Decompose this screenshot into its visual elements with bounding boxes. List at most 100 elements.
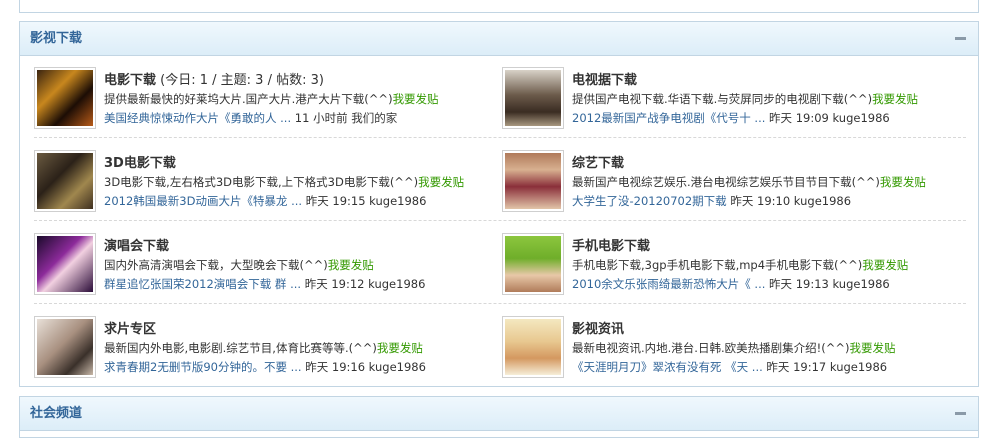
last-post: 群星追忆张国荣2012演唱会下载 群 ... 昨天 19:12 kuge1986 (104, 276, 425, 292)
last-post-meta: 11 小时前 我们的家 (291, 111, 398, 125)
concert-poster-image (37, 236, 93, 292)
new-post-link[interactable]: 我要发贴 (880, 175, 926, 189)
forum-description: 3D电影下载,左右格式3D电影下载,上下格式3D电影下载(^^)我要发贴 (104, 174, 464, 190)
forum-title-link[interactable]: 手机电影下载 (572, 235, 650, 254)
forum-name[interactable]: 综艺下载 (572, 156, 624, 171)
new-post-link[interactable]: 我要发贴 (849, 341, 895, 355)
forum-item-tv: 电视据下载 提供国产电视下载.华语下载.与荧屏同步的电视剧下载(^^)我要发贴 … (502, 67, 962, 137)
forum-thumbnail[interactable] (34, 316, 96, 378)
forum-desc-text: 提供最新最快的好莱坞大片.国产大片.港产大片下载(^^) (104, 92, 393, 106)
forum-thumbnail[interactable] (502, 316, 564, 378)
forum-title-link[interactable]: 影视资讯 (572, 318, 624, 337)
forum-description: 提供最新最快的好莱坞大片.国产大片.港产大片下载(^^)我要发贴 (104, 91, 439, 107)
category-title[interactable]: 社会频道 (30, 397, 82, 430)
last-post-meta: 昨天 19:17 kuge1986 (762, 360, 888, 374)
forum-title-link[interactable]: 综艺下载 (572, 152, 624, 171)
new-post-link[interactable]: 我要发贴 (328, 258, 374, 272)
forum-title-link[interactable]: 求片专区 (104, 318, 156, 337)
forum-title-link[interactable]: 演唱会下载 (104, 235, 169, 254)
row-divider (34, 303, 966, 304)
category-header: 影视下载 (20, 22, 978, 56)
minus-icon[interactable] (955, 412, 966, 415)
forum-item-news: 影视资讯 最新电视资讯.内地.港台.日韩.欧美热播剧集介绍!(^^)我要发贴 《… (502, 316, 962, 386)
forum-desc-text: 最新电视资讯.内地.港台.日韩.欧美热播剧集介绍!(^^) (572, 341, 850, 355)
forum-title-link[interactable]: 3D电影下载 (104, 152, 176, 171)
new-post-link[interactable]: 我要发贴 (872, 92, 918, 106)
forum-desc-text: 手机电影下载,3gp手机电影下载,mp4手机电影下载(^^) (572, 258, 863, 272)
forum-thumbnail[interactable] (502, 233, 564, 295)
category-header: 社会频道 (20, 397, 978, 431)
last-post-meta: 昨天 19:15 kuge1986 (302, 194, 427, 208)
forum-desc-text: 3D电影下载,左右格式3D电影下载,上下格式3D电影下载(^^) (104, 175, 419, 189)
forum-name[interactable]: 电视据下载 (572, 73, 637, 88)
forum-name[interactable]: 手机电影下载 (572, 239, 650, 254)
new-post-link[interactable]: 我要发贴 (393, 92, 439, 106)
forum-title-link[interactable]: 电视据下载 (572, 69, 637, 88)
previous-panel-bottom (19, 0, 979, 13)
last-thread-link[interactable]: 2010余文乐张雨绮最新恐怖大片《 ... (572, 277, 765, 291)
forum-description: 最新国产电视综艺娱乐.港台电视综艺娱乐节目节目下载(^^)我要发贴 (572, 174, 926, 190)
last-post: 美国经典惊悚动作大片《勇敢的人 ... 11 小时前 我们的家 (104, 110, 397, 126)
last-post-meta: 昨天 19:09 kuge1986 (765, 111, 890, 125)
last-post: 2012最新国产战争电视剧《代号十 ... 昨天 19:09 kuge1986 (572, 110, 890, 126)
last-post: 求青春期2无删节版90分钟的。不要 ... 昨天 19:16 kuge1986 (104, 359, 426, 375)
new-post-link[interactable]: 我要发贴 (862, 258, 908, 272)
last-thread-link[interactable]: 2012韩国最新3D动画大片《特暴龙 ... (104, 194, 302, 208)
forum-item-concert: 演唱会下载 国内外高清演唱会下载，大型晚会下载(^^)我要发贴 群星追忆张国荣2… (34, 233, 494, 303)
forum-name[interactable]: 影视资讯 (572, 322, 624, 337)
forum-description: 最新电视资讯.内地.港台.日韩.欧美热播剧集介绍!(^^)我要发贴 (572, 340, 895, 356)
3d-poster-image (37, 153, 93, 209)
last-thread-link[interactable]: 《天涯明月刀》翠浓有没有死 《天 ... (572, 360, 763, 374)
last-post: 2010余文乐张雨绮最新恐怖大片《 ... 昨天 19:13 kuge1986 (572, 276, 890, 292)
forum-item-3d: 3D电影下载 3D电影下载,左右格式3D电影下载,上下格式3D电影下载(^^)我… (34, 150, 494, 220)
movie-poster-image (37, 70, 93, 126)
last-post-meta: 昨天 19:12 kuge1986 (301, 277, 426, 291)
variety-poster-image (505, 153, 561, 209)
forum-item-mobile: 手机电影下载 手机电影下载,3gp手机电影下载,mp4手机电影下载(^^)我要发… (502, 233, 962, 303)
forum-description: 手机电影下载,3gp手机电影下载,mp4手机电影下载(^^)我要发贴 (572, 257, 908, 273)
last-post: 2012韩国最新3D动画大片《特暴龙 ... 昨天 19:15 kuge1986 (104, 193, 426, 209)
forum-description: 国内外高清演唱会下载，大型晚会下载(^^)我要发贴 (104, 257, 374, 273)
forum-thumbnail[interactable] (34, 233, 96, 295)
forum-item-movie: 电影下载 (今日: 1 / 主题: 3 / 帖数: 3) 提供最新最快的好莱坞大… (34, 67, 494, 137)
last-post-meta: 昨天 19:13 kuge1986 (765, 277, 890, 291)
forum-thumbnail[interactable] (34, 67, 96, 129)
new-post-link[interactable]: 我要发贴 (377, 341, 423, 355)
forum-title-link[interactable]: 电影下载 (今日: 1 / 主题: 3 / 帖数: 3) (104, 69, 324, 88)
tv-poster-image (505, 70, 561, 126)
forum-desc-text: 国内外高清演唱会下载，大型晚会下载(^^) (104, 258, 328, 272)
forum-name[interactable]: 电影下载 (104, 73, 156, 88)
row-divider (34, 220, 966, 221)
forum-name[interactable]: 3D电影下载 (104, 156, 176, 171)
forum-thumbnail[interactable] (502, 150, 564, 212)
forum-name[interactable]: 演唱会下载 (104, 239, 169, 254)
last-post: 大学生了没-20120702期下载 昨天 19:10 kuge1986 (572, 193, 851, 209)
last-thread-link[interactable]: 群星追忆张国荣2012演唱会下载 群 ... (104, 277, 301, 291)
mobile-poster-image (505, 236, 561, 292)
forum-item-variety: 综艺下载 最新国产电视综艺娱乐.港台电视综艺娱乐节目节目下载(^^)我要发贴 大… (502, 150, 962, 220)
last-thread-link[interactable]: 美国经典惊悚动作大片《勇敢的人 ... (104, 111, 291, 125)
last-post: 《天涯明月刀》翠浓有没有死 《天 ... 昨天 19:17 kuge1986 (572, 359, 887, 375)
minus-icon[interactable] (955, 37, 966, 40)
row-divider (34, 137, 966, 138)
forum-category-panel: 影视下载 电影下载 (今日: 1 / 主题: 3 / 帖数: 3) 提供最新最快… (19, 21, 979, 387)
forum-desc-text: 提供国产电视下载.华语下载.与荧屏同步的电视剧下载(^^) (572, 92, 873, 106)
last-post-meta: 昨天 19:10 kuge1986 (726, 194, 852, 208)
request-poster-image (37, 319, 93, 375)
forum-name[interactable]: 求片专区 (104, 322, 156, 337)
forum-stats: (今日: 1 / 主题: 3 / 帖数: 3) (156, 73, 324, 88)
news-poster-image (505, 319, 561, 375)
last-post-meta: 昨天 19:16 kuge1986 (301, 360, 426, 374)
forum-description: 提供国产电视下载.华语下载.与荧屏同步的电视剧下载(^^)我要发贴 (572, 91, 918, 107)
new-post-link[interactable]: 我要发贴 (418, 175, 464, 189)
forum-desc-text: 最新国产电视综艺娱乐.港台电视综艺娱乐节目节目下载(^^) (572, 175, 880, 189)
forum-thumbnail[interactable] (34, 150, 96, 212)
forum-category-panel-2: 社会频道 (19, 396, 979, 438)
forum-thumbnail[interactable] (502, 67, 564, 129)
category-title[interactable]: 影视下载 (30, 22, 82, 55)
forum-description: 最新国内外电影,电影剧.综艺节目,体育比赛等等.(^^)我要发贴 (104, 340, 423, 356)
forum-desc-text: 最新国内外电影,电影剧.综艺节目,体育比赛等等.(^^) (104, 341, 377, 355)
last-thread-link[interactable]: 大学生了没-20120702期下载 (572, 194, 727, 208)
last-thread-link[interactable]: 求青春期2无删节版90分钟的。不要 ... (104, 360, 302, 374)
last-thread-link[interactable]: 2012最新国产战争电视剧《代号十 ... (572, 111, 765, 125)
